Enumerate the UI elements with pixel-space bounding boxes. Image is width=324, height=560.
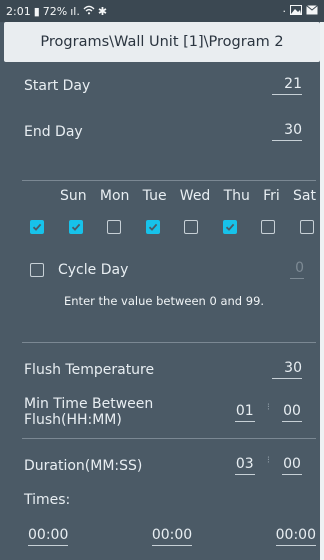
status-time: 2:01 (6, 4, 31, 18)
dot-icon: · (282, 4, 287, 18)
day-label-mon: Mon (99, 188, 130, 204)
duration-seconds-input[interactable]: 00 (282, 456, 302, 475)
day-checkbox-sun[interactable] (68, 220, 83, 234)
duration-minutes-input[interactable]: 03 (234, 456, 255, 475)
status-left: 2:01 ▮ 72% ıl. ✱ (6, 5, 107, 18)
min-time-label: Min Time Between Flush(HH:MM) (24, 396, 153, 428)
day-checkboxes (30, 220, 314, 234)
page-title: Programs\Wall Unit [1]\Program 2 (4, 22, 320, 62)
day-checkbox-thu[interactable] (222, 220, 237, 234)
day-labels: Sun Mon Tue Wed Thu Fri Sat (60, 188, 316, 204)
cycle-day-row: Cycle Day 0 (30, 260, 304, 279)
min-time-row: Min Time Between Flush(HH:MM) 01 ⁝ 00 (24, 396, 302, 428)
signal-icon: ıl. (70, 4, 80, 18)
day-checkbox-sat[interactable] (299, 220, 314, 234)
flush-temperature-input[interactable]: 30 (272, 360, 302, 379)
status-bar: 2:01 ▮ 72% ıl. ✱ · (0, 0, 324, 22)
section-divider (22, 438, 316, 439)
times-list: 00:00 00:00 00:00 (28, 527, 316, 546)
day-checkbox-tue[interactable] (145, 220, 160, 234)
min-time-inputs: 01 ⁝ 00 (234, 401, 302, 422)
end-day-input[interactable]: 30 (272, 122, 302, 141)
cycle-day-checkbox[interactable] (30, 262, 44, 277)
day-checkbox-all[interactable] (30, 220, 44, 234)
end-day-row: End Day 30 (24, 122, 302, 141)
battery-icon: ▮ (33, 4, 40, 18)
wifi-icon (83, 5, 95, 18)
bluetooth-icon: ✱ (97, 4, 108, 18)
day-checkbox-wed[interactable] (184, 220, 199, 234)
start-day-row: Start Day 21 (24, 76, 302, 95)
end-day-label: End Day (24, 123, 83, 140)
start-day-input[interactable]: 21 (272, 76, 302, 95)
right-edge-divider (320, 22, 324, 560)
cycle-day-label: Cycle Day (58, 261, 129, 278)
flush-temperature-label: Flush Temperature (24, 361, 155, 378)
start-day-label: Start Day (24, 77, 91, 94)
day-label-sun: Sun (60, 188, 87, 204)
duration-label: Duration(MM:SS) (24, 457, 143, 474)
battery-percent: 72% (42, 4, 68, 18)
duration-row: Duration(MM:SS) 03 ⁝ 00 (24, 455, 302, 475)
flush-temperature-row: Flush Temperature 30 (24, 360, 302, 379)
time-separator: ⁝ (266, 401, 270, 413)
min-time-minutes-input[interactable]: 00 (282, 403, 302, 422)
min-time-label-line2: Flush(HH:MM) (24, 412, 122, 428)
time-input-2[interactable]: 00:00 (151, 527, 193, 546)
image-icon (290, 4, 302, 18)
day-label-sat: Sat (293, 188, 316, 204)
min-time-label-line1: Min Time Between (24, 396, 154, 412)
cycle-day-hint: Enter the value between 0 and 99. (64, 294, 265, 308)
day-checkbox-fri[interactable] (261, 220, 276, 234)
cycle-day-input[interactable]: 0 (290, 260, 304, 279)
day-label-fri: Fri (263, 188, 280, 204)
day-checkbox-mon[interactable] (107, 220, 122, 234)
time-input-1[interactable]: 00:00 (28, 527, 69, 546)
day-label-tue: Tue (142, 188, 167, 204)
min-time-hours-input[interactable]: 01 (234, 403, 255, 422)
duration-inputs: 03 ⁝ 00 (234, 455, 302, 475)
status-right: · (282, 4, 319, 18)
day-label-thu: Thu (223, 188, 250, 204)
section-divider (22, 180, 316, 181)
times-row-label: Times: (24, 492, 302, 508)
section-divider (22, 342, 316, 343)
time-separator: ⁝ (266, 455, 270, 466)
time-input-3[interactable]: 00:00 (275, 527, 316, 546)
day-label-wed: Wed (179, 188, 211, 204)
times-label: Times: (24, 492, 71, 508)
mail-icon (306, 4, 318, 18)
